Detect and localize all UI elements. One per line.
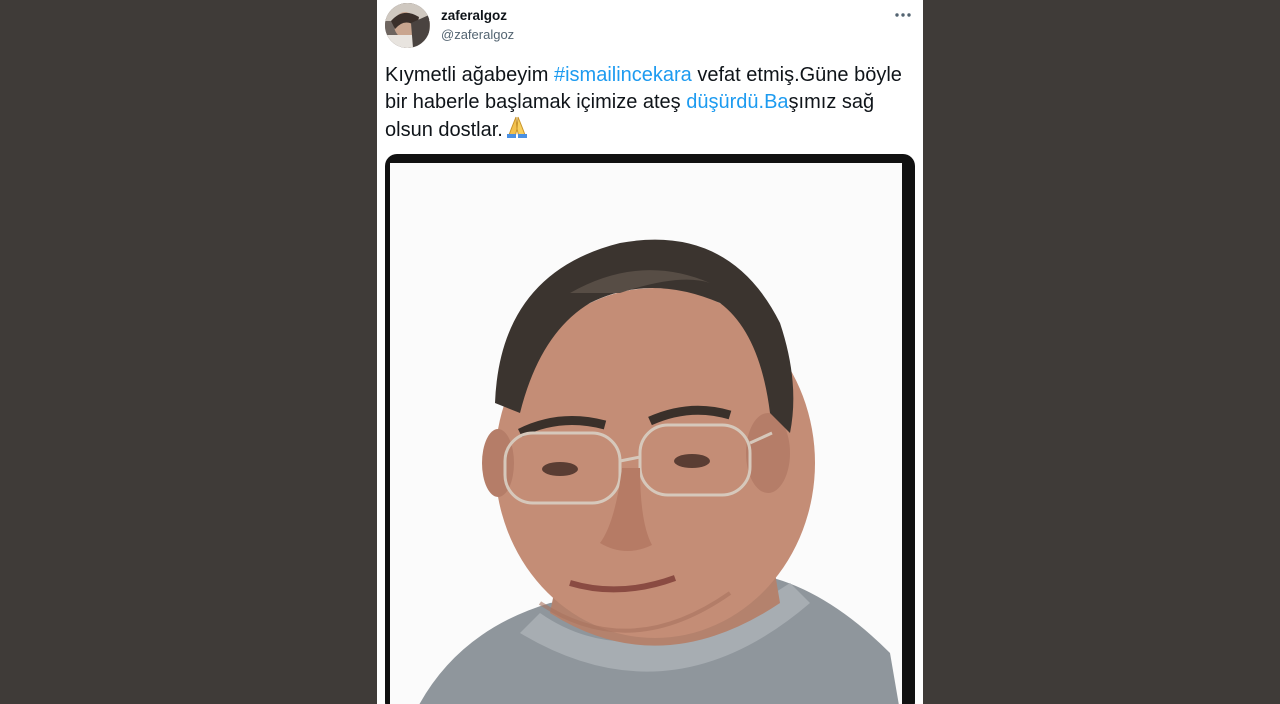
author-handle[interactable]: @zaferalgoz: [441, 27, 514, 42]
tweet-card: zaferalgoz @zaferalgoz Kıymetli ağabeyim…: [377, 0, 923, 704]
hashtag-link[interactable]: #ismailincekara: [554, 64, 692, 86]
inline-link[interactable]: düşürdü.Ba: [686, 91, 788, 113]
tweet-text: Kıymetli ağabeyim #ismailincekara vefat …: [385, 62, 905, 144]
portrait-photo: [390, 163, 902, 704]
tweet-media[interactable]: [385, 154, 915, 704]
folded-hands-emoji: [503, 115, 531, 139]
tweet-text-part: Kıymetli ağabeyim: [385, 64, 554, 86]
author-name[interactable]: zaferalgoz: [441, 8, 507, 23]
more-options-button[interactable]: [891, 4, 915, 26]
avatar[interactable]: [385, 3, 430, 48]
avatar-image: [385, 3, 430, 48]
more-horizontal-icon: [895, 13, 911, 17]
